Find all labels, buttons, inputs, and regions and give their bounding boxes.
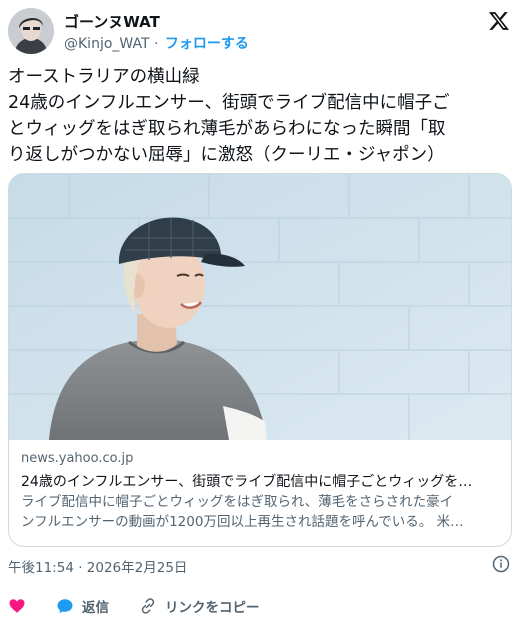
card-description: ライブ配信中に帽子ごとウィッグをはぎ取られ、薄毛をさらされた豪イ ンフルエンサー… xyxy=(21,492,499,532)
handle-separator: · xyxy=(153,36,159,52)
card-title[interactable]: 24歳のインフルエンサー、街頭でライブ配信中に帽子ごとウィッグを… xyxy=(21,471,499,492)
x-logo-icon[interactable] xyxy=(488,10,510,32)
follow-button[interactable]: フォローする xyxy=(165,36,249,52)
handle-line: @Kinjo_WAT · フォローする xyxy=(64,33,249,53)
like-button[interactable] xyxy=(8,597,26,615)
tweet-text-line: オーストラリアの横山緑 xyxy=(8,67,200,87)
tweet-text: オーストラリアの横山緑 24歳のインフルエンサー、街頭でライブ配信中に帽子ご と… xyxy=(8,64,512,168)
user-handle[interactable]: @Kinjo_WAT xyxy=(64,36,150,52)
info-icon[interactable] xyxy=(492,555,510,573)
heart-icon xyxy=(8,597,26,615)
card-description-line: ンフルエンサーの動画が1200万回以上再生され話題を呼んでいる。 米… xyxy=(21,514,464,530)
card-image[interactable] xyxy=(9,174,511,440)
action-bar: 返信 リンクをコピー xyxy=(8,596,512,616)
copy-link-label: リンクをコピー xyxy=(165,600,260,616)
speech-bubble-icon xyxy=(56,597,74,615)
card-meta: news.yahoo.co.jp 24歳のインフルエンサー、街頭でライブ配信中に… xyxy=(21,451,499,532)
reply-label: 返信 xyxy=(82,600,109,616)
card-domain: news.yahoo.co.jp xyxy=(21,451,134,466)
link-preview-card[interactable]: news.yahoo.co.jp 24歳のインフルエンサー、街頭でライブ配信中に… xyxy=(8,173,512,547)
tweet-text-line: とウィッグをはぎ取られ薄毛があらわになった瞬間「取 xyxy=(8,119,446,139)
avatar[interactable] xyxy=(8,8,54,54)
copy-link-button[interactable]: リンクをコピー xyxy=(139,596,260,616)
display-name[interactable]: ゴーンヌWAT xyxy=(64,11,160,32)
tweet-text-line: 24歳のインフルエンサー、街頭でライブ配信中に帽子ご xyxy=(8,93,450,113)
card-description-line: ライブ配信中に帽子ごとウィッグをはぎ取られ、薄毛をさらされた豪イ xyxy=(21,494,454,510)
tweet-timestamp[interactable]: 午後11:54 · 2026年2月25日 xyxy=(8,556,187,576)
link-icon xyxy=(139,597,157,615)
reply-button[interactable]: 返信 xyxy=(56,596,109,616)
tweet-text-line: り返しがつかない屈辱」に激怒（クーリエ・ジャポン） xyxy=(8,145,445,165)
tweet-header: ゴーンヌWAT @Kinjo_WAT · フォローする xyxy=(8,6,512,56)
